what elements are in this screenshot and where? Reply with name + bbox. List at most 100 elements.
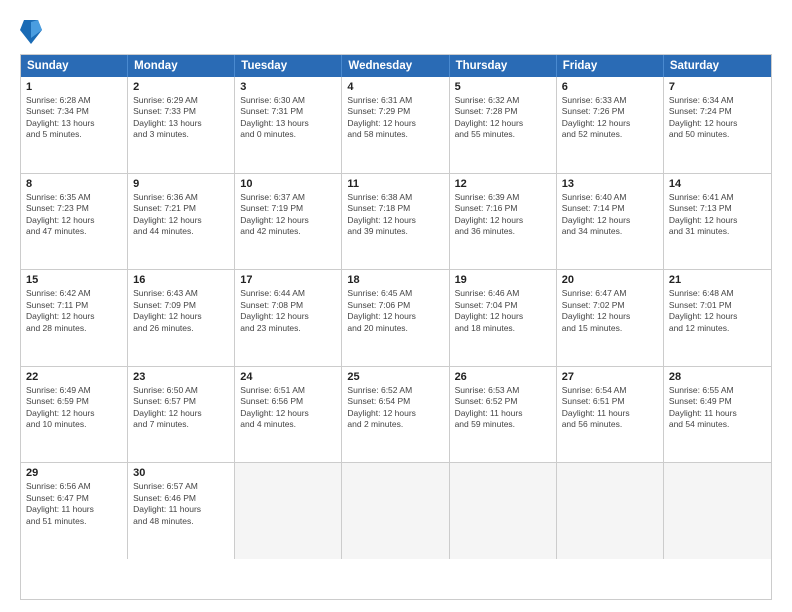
day-cell-9: 9Sunrise: 6:36 AMSunset: 7:21 PMDaylight… <box>128 174 235 270</box>
cell-info-line: Sunrise: 6:32 AM <box>455 95 551 106</box>
cell-info-line: and 34 minutes. <box>562 226 658 237</box>
header <box>20 16 772 44</box>
cell-info-line: Sunset: 7:14 PM <box>562 203 658 214</box>
cell-info-line: Daylight: 11 hours <box>669 408 766 419</box>
day-cell-1: 1Sunrise: 6:28 AMSunset: 7:34 PMDaylight… <box>21 77 128 173</box>
cell-info-line: Sunset: 7:33 PM <box>133 106 229 117</box>
day-number: 21 <box>669 274 766 286</box>
weekday-header-saturday: Saturday <box>664 55 771 77</box>
cell-info-line: and 39 minutes. <box>347 226 443 237</box>
cell-info-line: Daylight: 11 hours <box>562 408 658 419</box>
cell-info-line: and 10 minutes. <box>26 419 122 430</box>
cell-info-line: Sunrise: 6:49 AM <box>26 385 122 396</box>
cell-info-line: and 56 minutes. <box>562 419 658 430</box>
calendar-row-4: 22Sunrise: 6:49 AMSunset: 6:59 PMDayligh… <box>21 367 771 464</box>
cell-info-line: and 26 minutes. <box>133 323 229 334</box>
cell-info-line: Sunrise: 6:31 AM <box>347 95 443 106</box>
day-cell-30: 30Sunrise: 6:57 AMSunset: 6:46 PMDayligh… <box>128 463 235 559</box>
cell-info-line: Sunset: 6:51 PM <box>562 396 658 407</box>
cell-info-line: Sunset: 6:52 PM <box>455 396 551 407</box>
day-number: 28 <box>669 371 766 383</box>
cell-info-line: Sunset: 7:21 PM <box>133 203 229 214</box>
cell-info-line: and 31 minutes. <box>669 226 766 237</box>
cell-info-line: Sunrise: 6:56 AM <box>26 481 122 492</box>
day-cell-13: 13Sunrise: 6:40 AMSunset: 7:14 PMDayligh… <box>557 174 664 270</box>
cell-info-line: Sunrise: 6:29 AM <box>133 95 229 106</box>
day-cell-19: 19Sunrise: 6:46 AMSunset: 7:04 PMDayligh… <box>450 270 557 366</box>
calendar-body: 1Sunrise: 6:28 AMSunset: 7:34 PMDaylight… <box>21 77 771 559</box>
day-cell-18: 18 Sunrise: 6:45 AMSunset: 7:06 PMDayligh… <box>342 270 449 366</box>
cell-info-line: Daylight: 11 hours <box>455 408 551 419</box>
cell-info-line: Sunset: 7:24 PM <box>669 106 766 117</box>
day-number: 25 <box>347 371 443 383</box>
cell-info-line: Daylight: 12 hours <box>240 215 336 226</box>
cell-info-line: Daylight: 12 hours <box>562 311 658 322</box>
cell-info-line: Sunrise: 6:41 AM <box>669 192 766 203</box>
cell-info-line: Sunset: 6:47 PM <box>26 493 122 504</box>
cell-info-line: Daylight: 12 hours <box>347 408 443 419</box>
calendar: SundayMondayTuesdayWednesdayThursdayFrid… <box>20 54 772 600</box>
cell-info-line: Sunset: 7:06 PM <box>347 300 443 311</box>
cell-info-line: Sunrise: 6:30 AM <box>240 95 336 106</box>
cell-info-line: Daylight: 12 hours <box>133 215 229 226</box>
day-cell-14: 14 Sunrise: 6:41 AMSunset: 7:13 PMDayligh… <box>664 174 771 270</box>
cell-info-line: Sunset: 6:54 PM <box>347 396 443 407</box>
cell-info-line: and 20 minutes. <box>347 323 443 334</box>
cell-info-line: Sunrise: 6:34 AM <box>669 95 766 106</box>
cell-info-line: and 7 minutes. <box>133 419 229 430</box>
day-number: 15 <box>26 274 122 286</box>
day-number: 1 <box>26 81 122 93</box>
cell-info-line: Daylight: 12 hours <box>669 215 766 226</box>
cell-info-line: Sunrise: 6:46 AM <box>455 288 551 299</box>
cell-info-line: Sunrise: 6:44 AM <box>240 288 336 299</box>
day-number: 14 <box>669 178 766 190</box>
calendar-row-2: 8Sunrise: 6:35 AMSunset: 7:23 PMDaylight… <box>21 174 771 271</box>
cell-info-line: Daylight: 12 hours <box>240 311 336 322</box>
cell-info-line: Daylight: 12 hours <box>347 311 443 322</box>
day-number: 26 <box>455 371 551 383</box>
day-cell-25: 25Sunrise: 6:52 AMSunset: 6:54 PMDayligh… <box>342 367 449 463</box>
empty-cell <box>235 463 342 559</box>
cell-info-line: Daylight: 11 hours <box>133 504 229 515</box>
cell-info-line: Sunrise: 6:50 AM <box>133 385 229 396</box>
day-number: 16 <box>133 274 229 286</box>
empty-cell <box>342 463 449 559</box>
day-cell-16: 16Sunrise: 6:43 AMSunset: 7:09 PMDayligh… <box>128 270 235 366</box>
day-number: 2 <box>133 81 229 93</box>
cell-info-line: Sunrise: 6:54 AM <box>562 385 658 396</box>
cell-info-line: Sunrise: 6:37 AM <box>240 192 336 203</box>
weekday-header-tuesday: Tuesday <box>235 55 342 77</box>
cell-info-line: Daylight: 12 hours <box>26 408 122 419</box>
cell-info-line: and 3 minutes. <box>133 129 229 140</box>
day-number: 23 <box>133 371 229 383</box>
day-cell-11: 11Sunrise: 6:38 AMSunset: 7:18 PMDayligh… <box>342 174 449 270</box>
cell-info-line: Daylight: 12 hours <box>26 311 122 322</box>
cell-info-line: Sunrise: 6:57 AM <box>133 481 229 492</box>
cell-info-line: Sunset: 6:59 PM <box>26 396 122 407</box>
logo <box>20 16 46 44</box>
day-number: 13 <box>562 178 658 190</box>
day-number: 29 <box>26 467 122 479</box>
cell-info-line: Daylight: 12 hours <box>133 408 229 419</box>
cell-info-line: Sunset: 7:23 PM <box>26 203 122 214</box>
cell-info-line: and 5 minutes. <box>26 129 122 140</box>
cell-info-line: and 55 minutes. <box>455 129 551 140</box>
day-number: 18 <box>347 274 443 286</box>
day-number: 22 <box>26 371 122 383</box>
cell-info-line: Daylight: 12 hours <box>26 215 122 226</box>
cell-info-line: Sunset: 7:13 PM <box>669 203 766 214</box>
cell-info-line: and 59 minutes. <box>455 419 551 430</box>
cell-info-line: Sunrise: 6:45 AM <box>347 288 443 299</box>
cell-info-line: Sunset: 7:11 PM <box>26 300 122 311</box>
cell-info-line: Daylight: 12 hours <box>562 215 658 226</box>
cell-info-line: Daylight: 12 hours <box>347 215 443 226</box>
cell-info-line: Daylight: 12 hours <box>240 408 336 419</box>
cell-info-line: and 47 minutes. <box>26 226 122 237</box>
logo-icon <box>20 16 42 44</box>
day-cell-27: 27Sunrise: 6:54 AMSunset: 6:51 PMDayligh… <box>557 367 664 463</box>
day-number: 19 <box>455 274 551 286</box>
cell-info-line: Daylight: 12 hours <box>455 215 551 226</box>
cell-info-line: and 2 minutes. <box>347 419 443 430</box>
empty-cell <box>664 463 771 559</box>
day-number: 5 <box>455 81 551 93</box>
